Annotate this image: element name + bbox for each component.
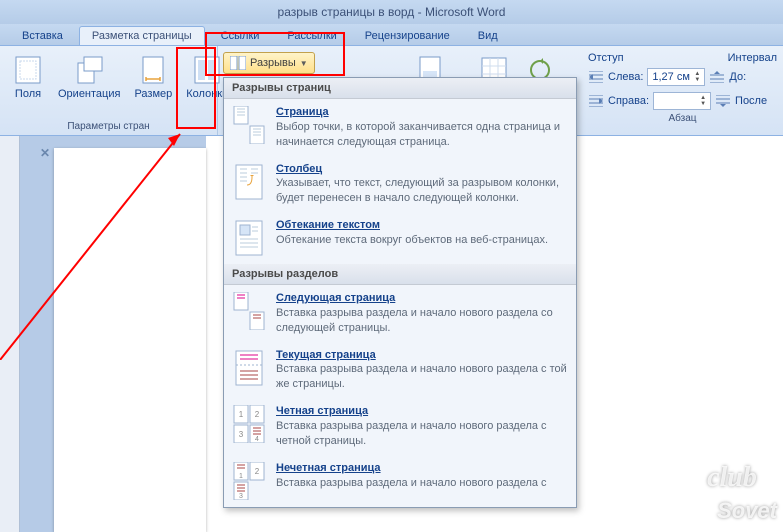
tab-mailings[interactable]: Рассылки — [275, 27, 348, 45]
document-area — [0, 136, 206, 532]
columns-icon — [191, 54, 223, 86]
watermark: clubSovet — [707, 462, 777, 526]
page-break-icon — [232, 105, 266, 145]
svg-text:3: 3 — [239, 430, 244, 439]
svg-text:2: 2 — [255, 467, 260, 476]
dropdown-arrow-icon: ▼ — [300, 59, 308, 68]
indent-label: Отступ — [588, 52, 624, 64]
odd-page-break-icon: 1 2 3 — [232, 461, 266, 501]
dropdown-section-section-breaks: Разрывы разделов — [224, 264, 576, 285]
title-bar: разрыв страницы в ворд - Microsoft Word — [0, 0, 783, 24]
even-page-break-icon: 1 2 3 4 — [232, 404, 266, 444]
breaks-dropdown: Разрывы страниц СтраницаВыбор точки, в к… — [223, 77, 577, 508]
next-page-break-icon — [232, 291, 266, 331]
document-page[interactable] — [54, 148, 206, 532]
indent-right-icon — [588, 93, 604, 109]
break-next-page[interactable]: Следующая страницаВставка разрыва раздел… — [224, 285, 576, 342]
spinner-icon[interactable]: ▲▼ — [694, 71, 700, 83]
svg-text:1: 1 — [239, 473, 243, 480]
window-title: разрыв страницы в ворд - Microsoft Word — [278, 5, 506, 19]
svg-text:4: 4 — [255, 436, 259, 443]
column-break-icon — [232, 162, 266, 202]
size-icon — [137, 54, 169, 86]
vertical-ruler[interactable] — [0, 136, 20, 532]
paragraph-group: Отступ Интервал Слева: 1,27 см▲▼ До: Спр… — [582, 46, 783, 127]
margins-icon — [12, 54, 44, 86]
break-odd-page[interactable]: 123 Нечетная страницаВставка разрыва раз… — [224, 455, 576, 507]
breaks-icon — [230, 55, 246, 71]
paragraph-label: Абзац — [588, 112, 777, 125]
orientation-icon — [73, 54, 105, 86]
break-text-wrapping[interactable]: Обтекание текстомОбтекание текста вокруг… — [224, 212, 576, 264]
orientation-button[interactable]: Ориентация — [52, 50, 126, 104]
indent-left-icon — [588, 69, 604, 85]
tab-links[interactable]: Ссылки — [209, 27, 272, 45]
tab-insert[interactable]: Вставка — [10, 27, 75, 45]
breaks-button[interactable]: Разрывы ▼ — [223, 52, 315, 74]
ribbon-tabs: Вставка Разметка страницы Ссылки Рассылк… — [0, 24, 783, 46]
tab-view[interactable]: Вид — [466, 27, 510, 45]
tab-page-layout[interactable]: Разметка страницы — [79, 26, 205, 45]
close-pane-icon[interactable]: ✕ — [40, 146, 50, 160]
tab-review[interactable]: Рецензирование — [353, 27, 462, 45]
margins-button[interactable]: Поля — [6, 50, 50, 104]
dropdown-section-page-breaks: Разрывы страниц — [224, 78, 576, 99]
spinner-icon[interactable]: ▲▼ — [700, 95, 706, 107]
break-page[interactable]: СтраницаВыбор точки, в которой заканчива… — [224, 99, 576, 156]
continuous-break-icon — [232, 348, 266, 388]
svg-text:3: 3 — [239, 493, 243, 500]
svg-text:1: 1 — [239, 410, 244, 419]
spacing-after-icon — [715, 93, 731, 109]
page-setup-label: Параметры стран — [6, 120, 211, 133]
page-setup-group: Поля Ориентация Размер Колонки Параметры… — [0, 46, 218, 135]
size-button[interactable]: Размер — [128, 50, 178, 104]
break-continuous[interactable]: Текущая страницаВставка разрыва раздела … — [224, 342, 576, 399]
spacing-label: Интервал — [728, 52, 777, 64]
break-column[interactable]: СтолбецУказывает, что текст, следующий з… — [224, 156, 576, 213]
break-even-page[interactable]: 1234 Четная страницаВставка разрыва разд… — [224, 398, 576, 455]
svg-text:2: 2 — [255, 410, 260, 419]
indent-right-input[interactable]: ▲▼ — [653, 92, 711, 110]
text-wrap-break-icon — [232, 218, 266, 258]
spacing-before-icon — [709, 69, 725, 85]
indent-left-input[interactable]: 1,27 см▲▼ — [647, 68, 705, 86]
